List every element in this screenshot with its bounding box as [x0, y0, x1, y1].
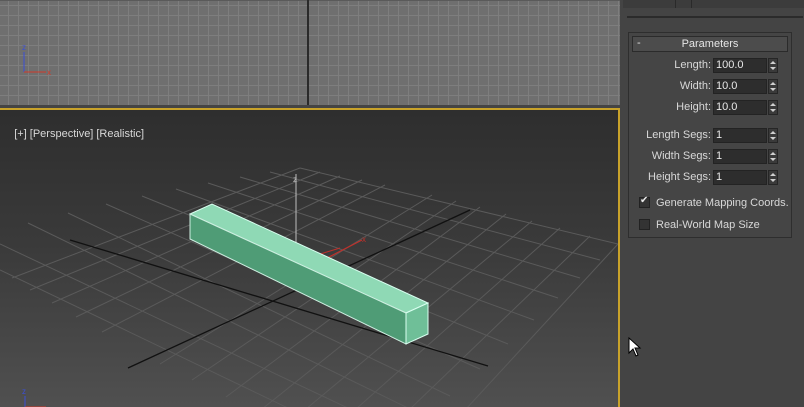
spinner-arrows-icon[interactable] [768, 58, 778, 73]
spinner-arrows-icon[interactable] [768, 79, 778, 94]
viewport-label: [+] [Perspective] [Realistic] [2, 116, 147, 152]
panel-divider [627, 16, 803, 18]
length-input[interactable]: 100.0 [713, 58, 767, 73]
axis-tripod-icon: z [22, 387, 46, 407]
axis-tripod-icon: z x [22, 43, 51, 77]
viewport-shading-label[interactable]: [Realistic] [96, 128, 144, 140]
rollout-title: Parameters [681, 38, 739, 50]
toolbar-separator [675, 0, 676, 8]
width-segs-label: Width Segs: [651, 150, 711, 162]
viewport-top-edge [0, 0, 620, 1]
real-world-map-size-checkbox[interactable] [639, 219, 650, 230]
param-height: Height: 10.0 [629, 100, 791, 115]
width-label: Width: [679, 80, 711, 92]
axis-x-label: x [47, 68, 51, 77]
viewport-pov-label[interactable]: [Perspective] [30, 128, 94, 140]
generate-mapping-coords-checkbox[interactable]: ✔ [639, 195, 650, 208]
perspective-viewport[interactable]: x z z [+] [Perspective] [Realistic] [0, 108, 620, 407]
mouse-cursor-icon [628, 337, 642, 357]
height-input[interactable]: 10.0 [713, 100, 767, 115]
checkbox-checked-icon: ✔ [640, 195, 649, 206]
height-segs-label: Height Segs: [648, 171, 711, 183]
axis-z-label: z [22, 43, 26, 52]
length-label: Length: [674, 59, 711, 71]
real-world-map-size-label: Real-World Map Size [656, 219, 760, 231]
world-axis-line [307, 0, 309, 105]
param-length: Length: 100.0 [629, 58, 791, 73]
spinner-arrows-icon[interactable] [768, 170, 778, 185]
width-segs-input[interactable]: 1 [713, 149, 767, 164]
command-panel: - Parameters Length: 100.0 Width: 10.0 H… [623, 0, 804, 407]
param-length-segs: Length Segs: 1 [629, 128, 791, 143]
generate-mapping-coords-option[interactable]: ✔ Generate Mapping Coords. [639, 195, 789, 210]
length-segs-input[interactable]: 1 [713, 128, 767, 143]
spinner-arrows-icon[interactable] [768, 128, 778, 143]
gizmo-x-label: x [362, 235, 366, 244]
perspective-scene: x z z [0, 167, 618, 407]
param-width-segs: Width Segs: 1 [629, 149, 791, 164]
command-panel-toolbar [623, 0, 804, 8]
parameters-rollout-header[interactable]: - Parameters [632, 36, 788, 52]
height-segs-input[interactable]: 1 [713, 170, 767, 185]
width-input[interactable]: 10.0 [713, 79, 767, 94]
length-segs-label: Length Segs: [646, 129, 711, 141]
spinner-arrows-icon[interactable] [768, 149, 778, 164]
param-width: Width: 10.0 [629, 79, 791, 94]
toolbar-separator [691, 0, 692, 8]
viewport-menu-plus[interactable]: [+] [14, 128, 27, 140]
tripod-z-label: z [22, 387, 26, 396]
gizmo-z-label: z [293, 175, 297, 184]
spinner-arrows-icon[interactable] [768, 100, 778, 115]
generate-mapping-coords-label: Generate Mapping Coords. [656, 197, 789, 209]
real-world-map-size-option[interactable]: Real-World Map Size [639, 218, 789, 232]
top-viewport[interactable]: z x [0, 0, 620, 105]
height-label: Height: [676, 101, 711, 113]
param-height-segs: Height Segs: 1 [629, 170, 791, 185]
parameters-rollout: - Parameters Length: 100.0 Width: 10.0 H… [628, 32, 792, 238]
